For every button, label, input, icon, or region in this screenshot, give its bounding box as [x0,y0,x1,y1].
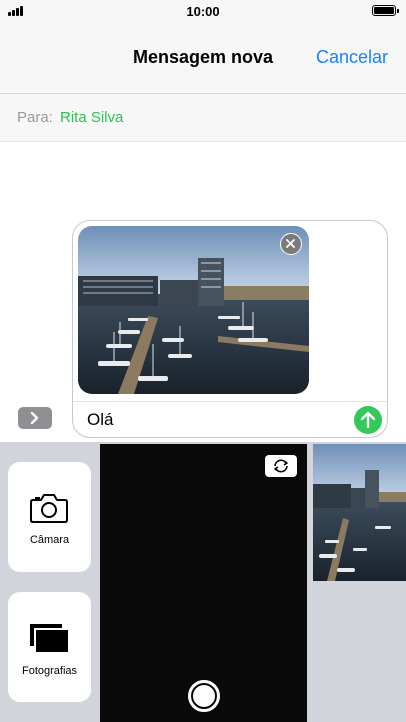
shutter-button[interactable] [188,680,220,712]
recipient-label: Para: [17,109,53,126]
close-icon [286,239,295,248]
compose-divider [73,401,387,402]
attachment-image[interactable] [78,226,309,394]
recent-photo-thumbnail[interactable] [313,444,406,581]
camera-flip-icon [274,459,288,473]
navigation-bar: Mensagem nova Cancelar [0,22,406,94]
camera-icon [30,494,68,523]
status-bar: 10:00 [0,0,406,22]
camera-label: Câmara [29,534,70,546]
photos-label: Fotografias [21,665,78,677]
photos-icon [30,624,68,652]
expand-apps-button[interactable] [18,407,52,429]
clock: 10:00 [186,4,220,19]
cancel-button[interactable]: Cancelar [316,47,388,68]
photos-tile[interactable]: Fotografias [8,592,91,702]
arrow-up-icon [360,411,376,429]
harbor-photo [78,226,309,394]
camera-viewfinder[interactable] [100,444,307,722]
chevron-right-icon [30,412,39,424]
recipient-name[interactable]: Rita Silva [60,109,123,126]
battery-icon [372,5,399,16]
harbor-photo-thumbnail [313,444,406,581]
camera-tile[interactable]: Câmara [8,462,91,572]
recipient-field[interactable]: Para: Rita Silva [0,94,406,142]
remove-attachment-button[interactable] [280,233,302,255]
message-input[interactable]: Olá [87,410,113,430]
camera-flip-button[interactable] [265,455,297,477]
compose-field[interactable]: Olá [72,220,388,438]
send-button[interactable] [354,406,382,434]
